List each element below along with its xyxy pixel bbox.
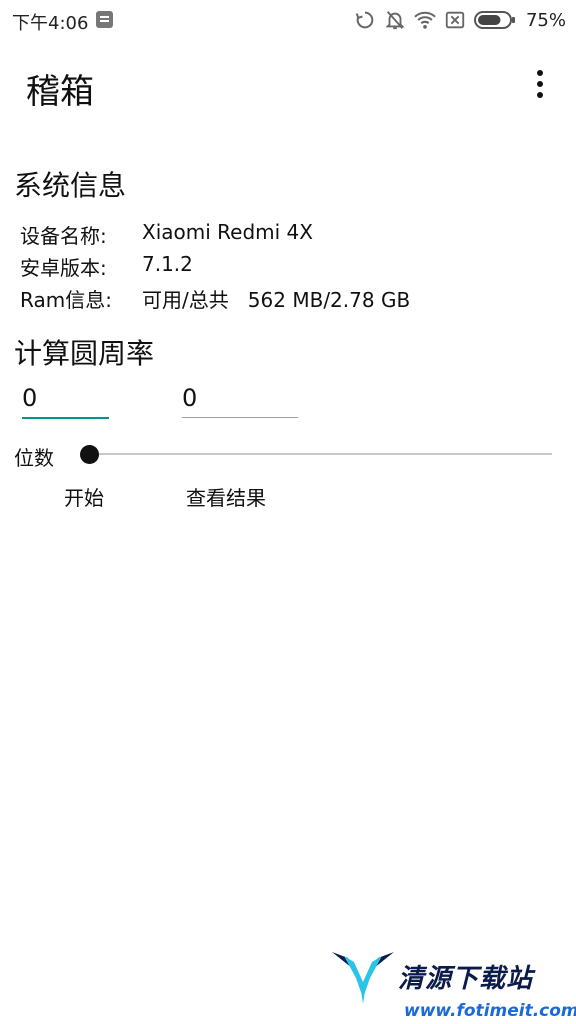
more-vertical-icon[interactable] (528, 68, 552, 100)
status-bar: 下午4:06 75% (0, 0, 576, 40)
info-label: Ram信息: (20, 288, 112, 312)
view-result-button[interactable]: 查看结果 (186, 482, 266, 511)
second-input-underline (182, 417, 298, 418)
info-label: 设备名称: (20, 224, 107, 248)
watermark-logo (332, 952, 394, 1004)
app-title: 稽箱 (26, 72, 94, 112)
watermark-title: 清源下载站 (398, 964, 534, 994)
precision-input-underline (22, 417, 109, 419)
start-button[interactable]: 开始 (64, 482, 104, 511)
status-time: 下午4:06 (12, 13, 89, 34)
digits-label: 位数 (14, 446, 54, 470)
info-value: 可用/总共 562 MB/2.78 GB (142, 288, 411, 312)
info-label: 安卓版本: (20, 256, 107, 280)
second-input[interactable] (180, 380, 298, 416)
bell-off-icon (385, 11, 405, 30)
system-info-title: 系统信息 (14, 169, 127, 202)
pi-calc-title: 计算圆周率 (14, 337, 155, 370)
precision-input[interactable] (20, 380, 110, 416)
watermark-url: www.fotimeit.com (404, 1001, 576, 1021)
sync-icon (355, 11, 374, 29)
battery-icon (473, 11, 515, 29)
digits-slider-thumb[interactable] (80, 445, 99, 464)
note-icon (96, 11, 113, 28)
info-value: Xiaomi Redmi 4X (142, 220, 313, 244)
sim-x-icon (445, 11, 465, 29)
status-icons: 75% (354, 8, 566, 32)
info-value: 7.1.2 (142, 252, 193, 276)
battery-percent: 75% (525, 9, 566, 31)
digits-slider-track[interactable] (90, 453, 552, 455)
app-bar: 稽箱 (0, 40, 576, 132)
wifi-icon (414, 11, 436, 29)
